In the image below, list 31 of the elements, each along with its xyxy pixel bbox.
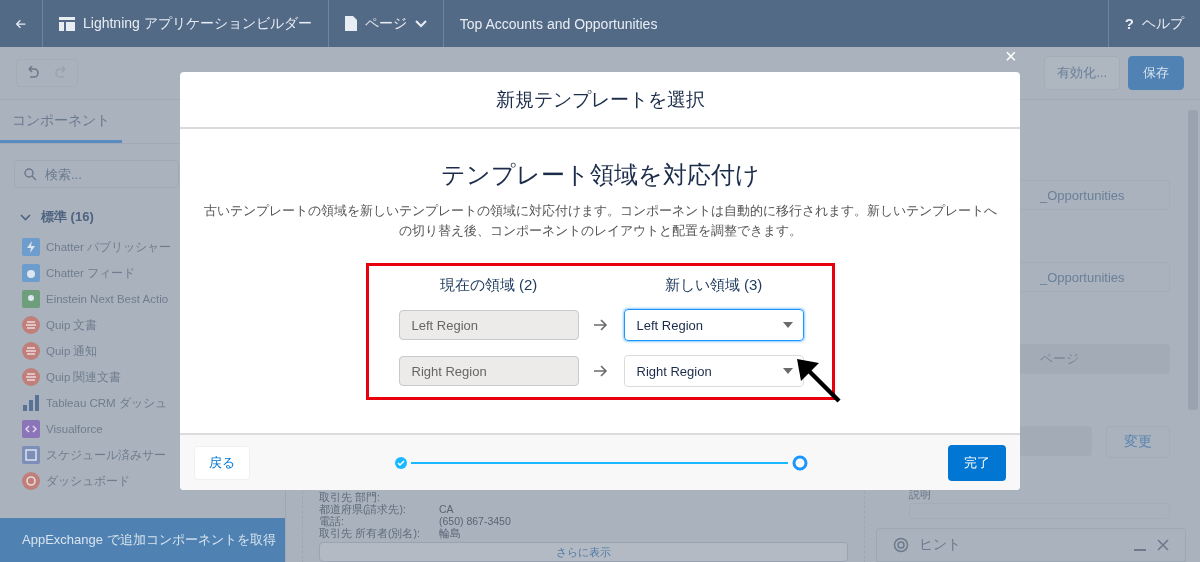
- current-region-field: Left Region: [398, 310, 579, 340]
- help-link[interactable]: ? ヘルプ: [1108, 0, 1200, 47]
- toolbar-button[interactable]: 有効化...: [1044, 56, 1120, 90]
- modal-title: 新規テンプレートを選択: [495, 87, 705, 112]
- change-button[interactable]: 変更: [1106, 426, 1170, 458]
- field-value: (650) 867-3450: [439, 515, 512, 527]
- component-item[interactable]: Visualforce: [22, 418, 285, 440]
- toolbar-button[interactable]: 保存: [1128, 56, 1184, 90]
- panel-tab[interactable]: コンポーネント: [0, 100, 122, 143]
- close-icon[interactable]: ×: [1005, 47, 1017, 66]
- current-region-field: Right Region: [398, 356, 579, 386]
- field-label: 電話:: [319, 515, 345, 527]
- column-heading: 現在の領域 (2): [439, 276, 538, 295]
- component-item[interactable]: Einstein Next Best Actio: [22, 288, 285, 310]
- appexchange-button[interactable]: AppExchange で追加コンポーネントを取得: [0, 518, 285, 562]
- field-label: 取引先 部門:: [319, 491, 381, 503]
- field-value: CA: [439, 503, 455, 515]
- section-heading: テンプレート領域を対応付け: [440, 160, 760, 190]
- back-button[interactable]: 戻る: [194, 445, 250, 480]
- app-title: Lightning アプリケーションビルダー: [83, 14, 312, 33]
- field-label: 取引先 所有者(別名):: [319, 527, 421, 539]
- field-label: 都道府県(請求先):: [319, 503, 407, 515]
- hint-title: ヒント: [919, 536, 962, 554]
- column-heading: 新しい領域 (3): [664, 276, 763, 295]
- page-name: Top Accounts and Opportunities: [459, 15, 658, 32]
- component-item[interactable]: Quip 通知: [22, 340, 285, 362]
- search-field[interactable]: 検索...: [14, 160, 179, 188]
- field-value: 輪島: [439, 527, 461, 539]
- finish-button[interactable]: 完了: [948, 444, 1006, 481]
- show-more-button[interactable]: さらに表示: [319, 542, 848, 562]
- region-dropdown[interactable]: Left Region: [623, 309, 804, 341]
